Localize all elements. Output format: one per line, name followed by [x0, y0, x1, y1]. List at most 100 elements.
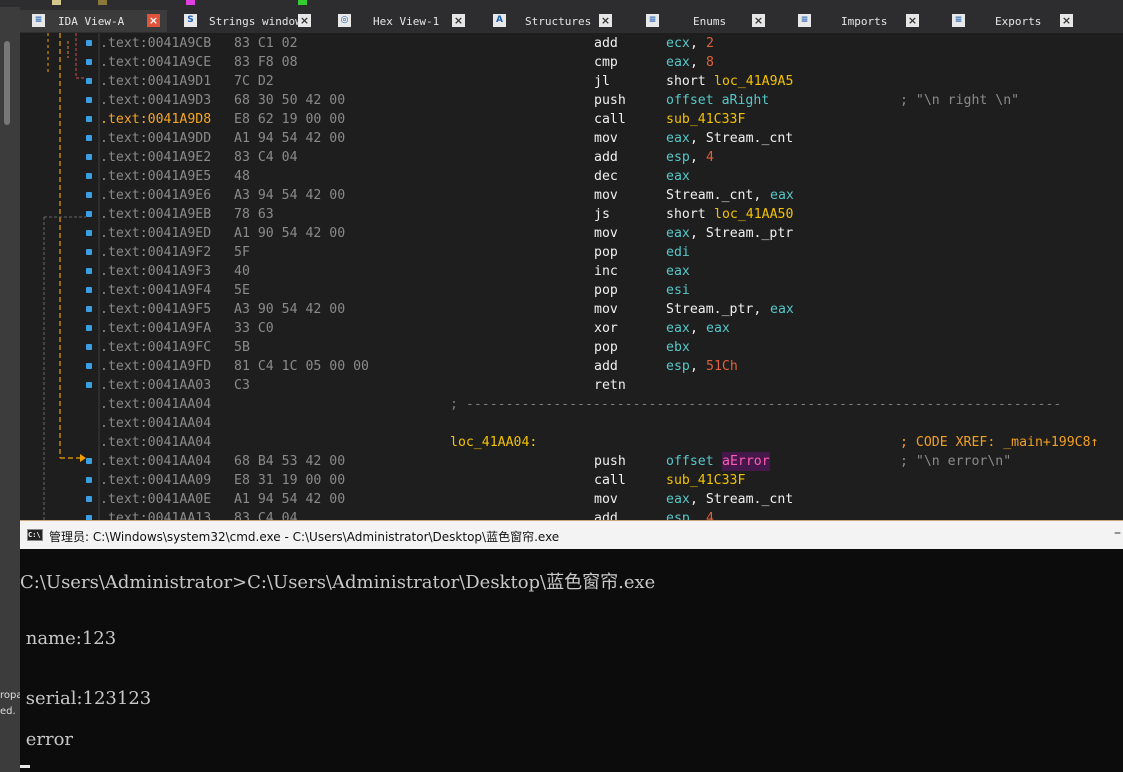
- disasm-row[interactable]: .text:0041A9D8 E8 62 19 00 00 call sub_41C3…: [20, 110, 1123, 129]
- disasm-row[interactable]: .text:0041A9F4 5E pop esi: [20, 281, 1123, 300]
- operand: eax: [666, 264, 690, 279]
- disasm-row[interactable]: .text:0041A9D1 7C D2 jl short loc_41A9A5: [20, 72, 1123, 91]
- breakpoint-dot[interactable]: [86, 344, 92, 350]
- opcode-bytes: 83 C4 04: [234, 511, 298, 520]
- disasm-row[interactable]: .text:0041A9E5 48 dec eax: [20, 167, 1123, 186]
- address: .text:0041A9DD: [100, 131, 212, 146]
- tab-exports[interactable]: ≡ Exports ×: [940, 10, 1080, 32]
- disasm-row[interactable]: .text:0041AA03 C3 retn: [20, 376, 1123, 395]
- disasm-row[interactable]: .text:0041A9F2 5F pop edi: [20, 243, 1123, 262]
- cmd-output-line: error: [20, 729, 74, 750]
- legend-swatch: [98, 0, 107, 5]
- disasm-row[interactable]: .text:0041A9EB 78 63 js short loc_41AA50: [20, 205, 1123, 224]
- close-tab-icon[interactable]: ×: [452, 14, 465, 27]
- mnemonic: js: [594, 207, 610, 222]
- disasm-row[interactable]: .text:0041A9ED A1 90 54 42 00 mov eax, Stre…: [20, 224, 1123, 243]
- mnemonic: call: [594, 112, 626, 127]
- breakpoint-dot[interactable]: [86, 458, 92, 464]
- disasm-row[interactable]: .text:0041AA04 68 B4 53 42 00 push offset a…: [20, 452, 1123, 471]
- breakpoint-dot[interactable]: [86, 249, 92, 255]
- breakpoint-dot[interactable]: [86, 59, 92, 65]
- operand: short: [666, 74, 714, 89]
- left-scrollbar[interactable]: [4, 41, 10, 125]
- breakpoint-dot[interactable]: [86, 268, 92, 274]
- address: .text:0041A9CB: [100, 36, 212, 51]
- opcode-bytes: 81 C4 1C 05 00 00: [234, 359, 369, 374]
- close-tab-icon[interactable]: ×: [147, 14, 160, 27]
- close-tab-icon[interactable]: ×: [906, 14, 919, 27]
- breakpoint-dot[interactable]: [86, 287, 92, 293]
- address: .text:0041A9EB: [100, 207, 212, 222]
- tab-enums[interactable]: ≡ Enums ×: [634, 10, 772, 32]
- disassembly-view[interactable]: .text:0041A9CB 83 C1 02 add ecx, 2 .text:004…: [20, 33, 1123, 520]
- breakpoint-dot[interactable]: [86, 477, 92, 483]
- opcode-bytes: 48: [234, 169, 250, 184]
- breakpoint-dot[interactable]: [86, 97, 92, 103]
- ida-view-icon: ≡: [32, 14, 45, 27]
- opcode-bytes: 68 30 50 42 00: [234, 93, 346, 108]
- breakpoint-dot[interactable]: [86, 173, 92, 179]
- close-tab-icon[interactable]: ×: [599, 14, 612, 27]
- breakpoint-dot[interactable]: [86, 116, 92, 122]
- close-tab-icon[interactable]: ×: [752, 14, 765, 27]
- mnemonic: call: [594, 473, 626, 488]
- tab-structures[interactable]: A Structures ×: [481, 10, 619, 32]
- breakpoint-dot[interactable]: [86, 496, 92, 502]
- mnemonic: mov: [594, 302, 618, 317]
- address: .text:0041AA04: [100, 454, 212, 469]
- breakpoint-dot[interactable]: [86, 154, 92, 160]
- breakpoint-dot[interactable]: [86, 363, 92, 369]
- operand: Stream._cnt,: [666, 188, 770, 203]
- address: .text:0041AA09: [100, 473, 212, 488]
- operand: sub_41C33F: [666, 473, 746, 488]
- mnemonic: push: [594, 93, 626, 108]
- tab-hex-view-1[interactable]: ◎ Hex View-1 ×: [326, 10, 472, 32]
- breakpoint-dot[interactable]: [86, 192, 92, 198]
- disasm-row[interactable]: .text:0041A9FA 33 C0 xor eax, eax: [20, 319, 1123, 338]
- operand: short: [666, 207, 714, 222]
- breakpoint-dot[interactable]: [86, 135, 92, 141]
- strings-icon: S: [184, 14, 197, 27]
- address: .text:0041AA13: [100, 511, 212, 520]
- breakpoint-dot[interactable]: [86, 230, 92, 236]
- close-tab-icon[interactable]: ×: [298, 14, 311, 27]
- legend-swatch: [186, 0, 195, 5]
- breakpoint-dot[interactable]: [86, 78, 92, 84]
- disasm-row[interactable]: .text:0041A9D3 68 30 50 42 00 push offset a…: [20, 91, 1123, 110]
- tab-ida-view-a[interactable]: ≡ IDA View-A ×: [20, 10, 167, 32]
- opcode-bytes: C3: [234, 378, 250, 393]
- cmd-window[interactable]: C:\ 管理员: C:\Windows\system32\cmd.exe - C…: [20, 520, 1123, 772]
- breakpoint-dot[interactable]: [86, 306, 92, 312]
- disasm-row[interactable]: .text:0041A9FD 81 C4 1C 05 00 00 add esp, 5…: [20, 357, 1123, 376]
- close-tab-icon[interactable]: ×: [1060, 14, 1073, 27]
- breakpoint-dot[interactable]: [86, 382, 92, 388]
- disasm-row[interactable]: .text:0041AA0E A1 94 54 42 00 mov eax, Stre…: [20, 490, 1123, 509]
- opcode-bytes: E8 31 19 00 00: [234, 473, 346, 488]
- cmd-app-icon: C:\: [27, 529, 43, 541]
- tab-imports[interactable]: ≡ Imports ×: [786, 10, 926, 32]
- disasm-row[interactable]: .text:0041A9E2 83 C4 04 add esp, 4: [20, 148, 1123, 167]
- cmd-output-line: serial:123123: [20, 688, 152, 709]
- operand: eax: [666, 492, 690, 507]
- mnemonic: pop: [594, 283, 618, 298]
- tab-strings-window[interactable]: S Strings window ×: [172, 10, 318, 32]
- disasm-row[interactable]: .text:0041A9DD A1 94 54 42 00 mov eax, Stre…: [20, 129, 1123, 148]
- breakpoint-dot[interactable]: [86, 211, 92, 217]
- disasm-row[interactable]: .text:0041A9E6 A3 94 54 42 00 mov Stream._c…: [20, 186, 1123, 205]
- disasm-row[interactable]: .text:0041AA04 loc_41AA04: ; CODE XREF: _m…: [20, 433, 1123, 452]
- disasm-row[interactable]: .text:0041A9CB 83 C1 02 add ecx, 2: [20, 34, 1123, 53]
- disasm-row[interactable]: .text:0041A9F5 A3 90 54 42 00 mov Stream._p…: [20, 300, 1123, 319]
- breakpoint-dot[interactable]: [86, 40, 92, 46]
- disasm-row[interactable]: .text:0041A9FC 5B pop ebx: [20, 338, 1123, 357]
- disasm-row[interactable]: .text:0041AA04 ; ------------------------…: [20, 395, 1123, 414]
- minimize-icon[interactable]: –: [1114, 525, 1121, 541]
- disasm-row[interactable]: .text:0041AA09 E8 31 19 00 00 call sub_41C3…: [20, 471, 1123, 490]
- tab-bar: ≡ IDA View-A × S Strings window × ◎ Hex View-1 ×…: [20, 7, 1123, 33]
- disasm-row[interactable]: .text:0041A9CE 83 F8 08 cmp eax, 8: [20, 53, 1123, 72]
- disasm-row[interactable]: .text:0041A9F3 40 inc eax: [20, 262, 1123, 281]
- disasm-row[interactable]: .text:0041AA04: [20, 414, 1123, 433]
- disasm-row[interactable]: .text:0041AA13 83 C4 04 add esp, 4: [20, 509, 1123, 520]
- cmd-title-bar[interactable]: C:\ 管理员: C:\Windows\system32\cmd.exe - C…: [20, 520, 1123, 549]
- operand: esi: [666, 283, 690, 298]
- breakpoint-dot[interactable]: [86, 325, 92, 331]
